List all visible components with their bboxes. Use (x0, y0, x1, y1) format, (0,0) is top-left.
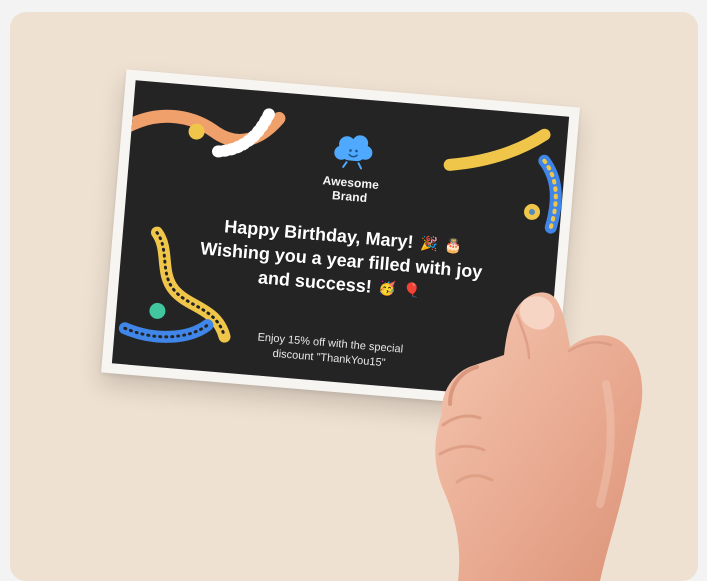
scene: Awesome Brand Happy Birthday, Mary! 🎉 🎂 … (10, 12, 698, 581)
photo-frame: Awesome Brand Happy Birthday, Mary! 🎉 🎂 … (10, 12, 698, 581)
birthday-message: Happy Birthday, Mary! 🎉 🎂 Wishing you a … (187, 212, 496, 309)
birthday-card: Awesome Brand Happy Birthday, Mary! 🎉 🎂 … (101, 69, 580, 411)
brand-name: Awesome Brand (322, 173, 380, 206)
birthday-cake-emoji: 🎂 (444, 236, 463, 255)
card-face: Awesome Brand Happy Birthday, Mary! 🎉 🎂 … (111, 80, 570, 400)
brand-lockup: Awesome Brand (314, 132, 390, 207)
cloud-mascot-icon (334, 135, 373, 170)
party-face-emoji: 🥳 (378, 279, 397, 297)
party-popper-emoji: 🎉 (419, 234, 439, 253)
balloon-emoji: 🎈 (402, 281, 422, 299)
discount-message: Enjoy 15% off with the special discount … (249, 330, 411, 373)
